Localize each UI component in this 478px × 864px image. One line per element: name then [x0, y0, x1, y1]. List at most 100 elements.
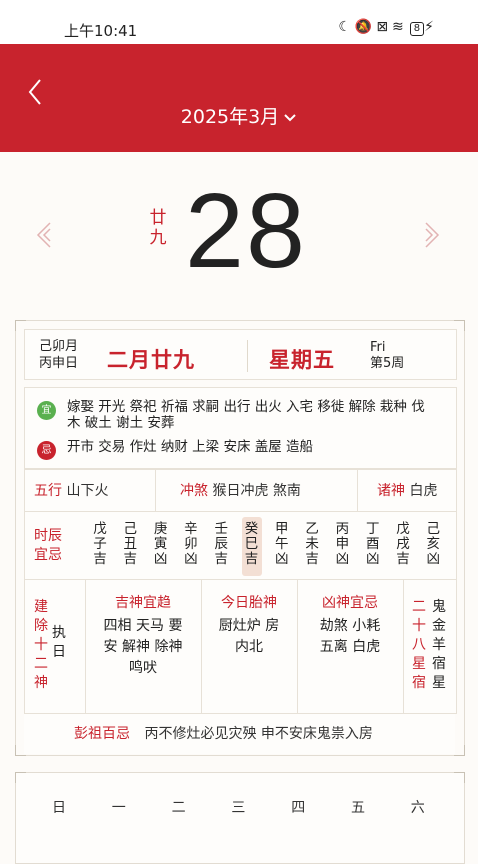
jianchu-label: 建除十二神 [33, 598, 49, 693]
taishen-line: 内北 [235, 639, 263, 655]
divider [155, 470, 156, 512]
hour-column[interactable]: 丁酉凶 [363, 522, 383, 567]
hour-char: 甲 [275, 521, 289, 537]
chongsha-label: 冲煞 [180, 483, 208, 499]
status-time: 上午10:41 [64, 22, 138, 40]
hour-char: 吉 [305, 551, 319, 567]
lunar-day-char: 九 [149, 228, 167, 248]
hours-label: 时辰 宜忌 [34, 527, 62, 565]
pengzu-label: 彭祖百忌 [74, 726, 130, 742]
hour-char: 寅 [153, 536, 168, 552]
vertical-char: 十 [34, 637, 48, 653]
hour-char: 丁 [365, 521, 380, 537]
vertical-char: 执 [52, 625, 66, 641]
hour-char: 吉 [396, 551, 410, 567]
xingxiu-value: 鬼金羊宿星 [431, 598, 447, 693]
hour-column[interactable]: 甲午凶 [272, 522, 292, 567]
vertical-char: 二 [412, 599, 426, 615]
hour-column[interactable]: 戊戌吉 [393, 522, 413, 567]
zhushen-label: 诸神 [377, 483, 405, 499]
next-day-button[interactable] [418, 215, 448, 255]
zhushen: 诸神 白虎 [377, 470, 437, 512]
hour-char: 辛 [184, 521, 198, 537]
xingxiu-label: 二十八星宿 [411, 598, 427, 693]
lunar-date: 二月廿九 [107, 348, 195, 372]
chongsha-value: 猴日冲虎 煞南 [212, 483, 301, 499]
vertical-char: 鬼 [432, 599, 446, 615]
taishen-body: 厨灶炉 房 内北 [201, 616, 297, 658]
hour-char: 卯 [184, 536, 198, 552]
hour-char: 未 [305, 536, 319, 552]
hour-column[interactable]: 癸巳吉 [241, 517, 262, 576]
hour-column[interactable]: 乙未吉 [302, 522, 322, 567]
taishen-line: 厨灶炉 房 [218, 618, 280, 634]
vertical-char: 建 [34, 599, 48, 615]
wuxing-value: 山下火 [66, 483, 109, 499]
hour-char: 癸 [244, 521, 259, 537]
hour-column[interactable]: 庚寅凶 [151, 522, 171, 567]
hour-char: 壬 [214, 521, 228, 537]
month-selector[interactable]: 2025年3月 [0, 102, 478, 129]
chongsha: 冲煞 猴日冲虎 煞南 [180, 470, 301, 512]
yiji-row[interactable]: 宜 嫁娶 开光 祭祀 祈福 求嗣 出行 出火 入宅 移徙 解除 栽种 伐木 破土… [24, 387, 457, 469]
hour-char: 戌 [396, 536, 410, 552]
vertical-char: 羊 [432, 637, 446, 653]
hour-char: 凶 [275, 551, 289, 567]
jianchu-cell: 建除十二神 执日 [25, 580, 86, 713]
month-ganzhi: 己卯月 [39, 339, 79, 354]
weekday-label: 一 [111, 800, 126, 816]
vertical-char: 日 [52, 644, 66, 660]
hour-char: 己 [123, 521, 138, 537]
status-icons: ☾🔕⊠≋ 8 ⚡ [338, 19, 438, 36]
chevron-down-icon [283, 111, 297, 127]
ganzhi-text: 己卯月 丙申日 [39, 338, 78, 372]
corner-ornament [454, 772, 465, 783]
header-bar: 2025年3月 [0, 44, 478, 152]
weekday-label: 三 [231, 800, 246, 816]
almanac-card: 己卯月 丙申日 二月廿九 星期五 Fri 第5周 宜 嫁娶 开光 祭祀 祈福 求… [15, 320, 465, 756]
jishen-cell: 吉神宜趋 四相 天马 要 安 解神 除神 鸣吠 [85, 580, 202, 713]
hour-char: 酉 [365, 536, 380, 552]
vertical-char: 二 [34, 656, 48, 672]
yi-badge: 宜 [37, 401, 56, 420]
hour-column[interactable]: 戊子吉 [90, 522, 110, 567]
charging-icon: ⚡ [424, 19, 438, 35]
hour-char: 亥 [426, 536, 441, 552]
hour-char: 戊 [93, 521, 107, 537]
sim-icon: ⊠ [376, 19, 393, 35]
weekday-label: 二 [171, 800, 186, 816]
mute-bell-icon: 🔕 [354, 19, 377, 35]
jishen-line: 四相 天马 要 [103, 618, 183, 634]
ji-items: 开市 交易 作灶 纳财 上梁 安床 盖屋 造船 [67, 439, 314, 455]
hour-char: 凶 [365, 551, 380, 567]
hour-char: 戊 [396, 521, 410, 537]
week-info: Fri 第5周 [370, 340, 404, 372]
hour-column[interactable]: 辛卯凶 [181, 522, 201, 567]
hour-column[interactable]: 丙申凶 [332, 522, 352, 567]
zhushen-value: 白虎 [409, 483, 438, 499]
hour-column[interactable]: 己丑吉 [120, 522, 140, 567]
vertical-char: 宿 [432, 656, 446, 672]
hour-column[interactable]: 壬辰吉 [211, 522, 231, 567]
xiongshen-line: 劫煞 小耗 [319, 618, 381, 634]
ji-badge: 忌 [37, 441, 56, 460]
wifi-icon: ≋ [392, 19, 408, 35]
week-number: 第5周 [370, 356, 405, 371]
hour-char: 凶 [426, 551, 441, 567]
xiongshen-title: 凶神宜忌 [322, 595, 378, 611]
hour-char: 午 [275, 536, 289, 552]
battery-icon: 8 [409, 22, 425, 36]
hour-char: 乙 [305, 521, 319, 537]
hour-char: 吉 [93, 551, 107, 567]
hours-row[interactable]: 时辰 宜忌 戊子吉己丑吉庚寅凶辛卯凶壬辰吉癸巳吉甲午凶乙未吉丙申凶丁酉凶戊戌吉己… [24, 511, 457, 581]
vertical-char: 十 [412, 618, 426, 634]
battery-level: 8 [413, 23, 421, 34]
wuxing: 五行 山下火 [34, 470, 108, 512]
hour-char: 己 [426, 521, 441, 537]
corner-ornament [15, 772, 26, 783]
prev-day-button[interactable] [32, 215, 62, 255]
vertical-char: 星 [432, 675, 446, 691]
hour-char: 辰 [214, 536, 228, 552]
hour-column[interactable]: 己亥凶 [423, 522, 443, 567]
vertical-char: 八 [412, 637, 426, 653]
